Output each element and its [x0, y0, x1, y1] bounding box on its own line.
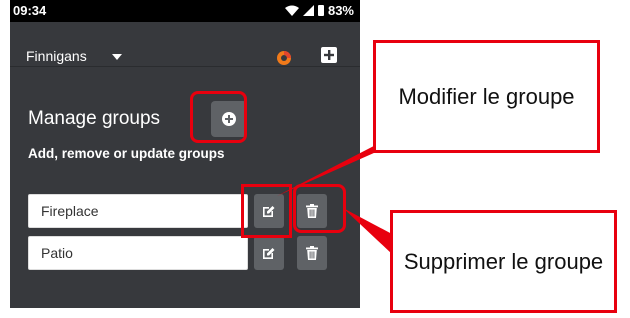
delete-callout-text: Supprimer le groupe [403, 248, 604, 274]
status-indicators: 83% [284, 3, 354, 18]
battery-icon [317, 5, 324, 16]
edit-callout-text: Modifier le groupe [398, 83, 575, 109]
edit-group-button[interactable] [254, 194, 284, 228]
plus-circle-icon [222, 112, 236, 126]
add-group-button[interactable] [211, 101, 247, 137]
trash-icon [306, 204, 318, 218]
wifi-icon [284, 5, 299, 16]
add-device-icon[interactable] [321, 47, 337, 63]
status-bar: 09:34 83% [10, 0, 360, 22]
edit-icon [263, 206, 275, 217]
status-time: 09:34 [13, 3, 47, 18]
account-selector[interactable]: Finnigans [26, 48, 87, 64]
chevron-down-icon[interactable] [112, 54, 122, 60]
edit-callout: Modifier le groupe [373, 40, 600, 153]
trash-icon [306, 246, 318, 260]
battery-level: 83% [327, 3, 354, 18]
group-name-input[interactable] [28, 194, 248, 228]
page-title: Manage groups [28, 108, 161, 129]
edit-icon [263, 248, 275, 259]
logo-icon [277, 51, 291, 65]
edit-group-button[interactable] [254, 236, 284, 270]
header-divider [10, 66, 360, 67]
app-screen: 09:34 83% Finnigans Manage groups Add, r… [10, 0, 360, 308]
page-subtitle: Add, remove or update groups [28, 146, 225, 161]
app-bar: Finnigans [10, 22, 360, 86]
signal-icon [302, 5, 314, 16]
delete-group-button[interactable] [297, 236, 327, 270]
delete-group-button[interactable] [297, 194, 327, 228]
group-name-input[interactable] [28, 236, 248, 270]
delete-callout: Supprimer le groupe [390, 210, 617, 313]
